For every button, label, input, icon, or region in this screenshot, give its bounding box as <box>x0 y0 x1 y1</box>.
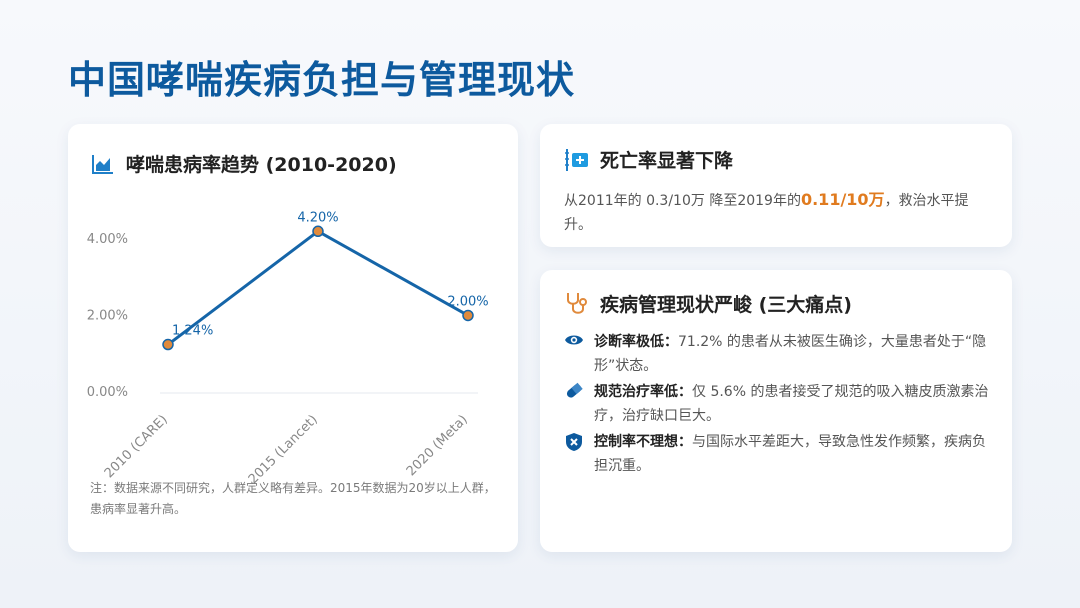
stethoscope-icon <box>564 291 590 317</box>
data-label: 1.24% <box>172 324 213 339</box>
x-tick-label: 2010 (CARE) <box>102 412 171 481</box>
x-tick-label: 2020 (Meta) <box>404 412 471 479</box>
eye-icon <box>564 330 584 352</box>
y-tick-label: 0.00% <box>87 385 128 400</box>
data-point <box>162 338 174 351</box>
x-tick-label: 2015 (Lancet) <box>246 412 321 484</box>
mortality-card-header: 死亡率显著下降 <box>564 146 733 173</box>
mortality-highlight-value: 0.11/10万 <box>800 190 885 209</box>
mortality-card: 死亡率显著下降 从2011年的 0.3/10万 降至2019年的0.11/10万… <box>540 124 1012 247</box>
area-chart-icon <box>90 151 116 177</box>
prevalence-card: 哮喘患病率趋势 (2010-2020) 0.00% 2.00% 4.00% 2010 … <box>68 124 518 552</box>
mortality-text-before: 从2011年的 0.3/10万 降至2019年的 <box>564 193 801 209</box>
management-card: 疾病管理现状严峻 (三大痛点) 诊断率极低：71.2% 的患者从未被医生确诊，大… <box>540 270 1012 552</box>
mortality-card-title: 死亡率显著下降 <box>600 150 734 172</box>
prevalence-line-chart: 0.00% 2.00% 4.00% 2010 (CARE) 2015 (Lancet) 2… <box>87 210 489 484</box>
data-point <box>312 225 324 238</box>
data-label: 2.00% <box>447 294 488 309</box>
pain-point-title: 诊断率极低： <box>594 334 678 350</box>
pain-point-title: 规范治疗率低： <box>594 384 692 400</box>
management-card-title: 疾病管理现状严峻 (三大痛点) <box>600 294 852 316</box>
chart-footnote: 注：数据来源不同研究，人群定义略有差异。2015年数据为20岁以上人群，患病率显… <box>90 481 496 516</box>
management-card-header: 疾病管理现状严峻 (三大痛点) <box>564 290 852 317</box>
pill-icon <box>564 380 584 402</box>
shield-x-icon <box>564 430 584 452</box>
mortality-description: 从2011年的 0.3/10万 降至2019年的0.11/10万，救治水平提升。 <box>564 188 994 237</box>
y-tick-label: 4.00% <box>87 232 128 247</box>
y-tick-label: 2.00% <box>87 308 128 323</box>
prevalence-card-title: 哮喘患病率趋势 (2010-2020) <box>126 154 397 176</box>
pain-point-treatment: 规范治疗率低：仅 5.6% 的患者接受了规范的吸入糖皮质激素治疗，治疗缺口巨大。 <box>564 380 994 428</box>
data-label: 4.20% <box>297 210 338 225</box>
prevalence-card-header: 哮喘患病率趋势 (2010-2020) <box>90 150 397 177</box>
pain-point-title: 控制率不理想： <box>594 434 692 450</box>
mortality-chart-icon <box>564 147 590 173</box>
pain-point-control: 控制率不理想：与国际水平差距大，导致急性发作频繁，疾病负担沉重。 <box>564 430 994 478</box>
pain-point-diagnosis: 诊断率极低：71.2% 的患者从未被医生确诊，大量患者处于“隐形”状态。 <box>564 330 994 378</box>
data-point <box>462 309 474 322</box>
page-title: 中国哮喘疾病负担与管理现状 <box>68 58 576 102</box>
